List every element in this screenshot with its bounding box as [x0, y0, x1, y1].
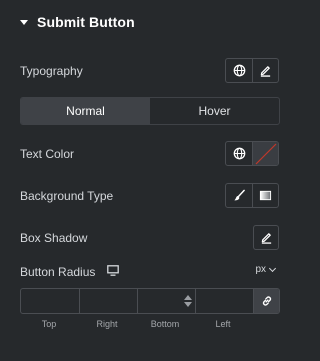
- globe-icon: [233, 147, 245, 160]
- radius-right-cell: [79, 289, 137, 313]
- state-tabs: Normal Hover: [20, 97, 280, 125]
- edit-box-shadow-button[interactable]: [253, 225, 279, 250]
- link-icon: [262, 296, 271, 306]
- unit-value: px: [255, 264, 266, 275]
- spinner-up-icon: [183, 295, 192, 300]
- radius-left-input[interactable]: [196, 289, 253, 313]
- radius-right-label: Right: [96, 319, 118, 329]
- globe-icon: [233, 64, 245, 77]
- section-title: Submit Button: [37, 14, 135, 30]
- radius-left-label: Left: [215, 319, 231, 329]
- typography-label: Typography: [20, 63, 83, 78]
- caret-down-icon: [20, 19, 28, 25]
- tab-hover[interactable]: Hover: [150, 98, 279, 124]
- responsive-desktop-icon[interactable]: [107, 263, 120, 281]
- button-radius-label: Button Radius: [20, 265, 96, 279]
- box-shadow-row: Box Shadow: [20, 225, 279, 250]
- background-type-row: Background Type: [20, 183, 279, 208]
- radius-top-label: Top: [41, 319, 57, 329]
- gradient-background-button[interactable]: [252, 184, 278, 207]
- color-picker-button[interactable]: [252, 142, 278, 165]
- text-color-controls: [225, 141, 279, 166]
- number-spinner[interactable]: [183, 293, 192, 309]
- radius-top-input[interactable]: [21, 289, 79, 313]
- chevron-down-icon: [268, 264, 277, 272]
- typography-controls: [225, 58, 279, 83]
- edit-typography-button[interactable]: [252, 59, 278, 82]
- section-header[interactable]: Submit Button: [20, 14, 135, 30]
- radius-bottom-label: Bottom: [150, 319, 180, 329]
- global-typography-button[interactable]: [226, 59, 252, 82]
- text-color-row: Text Color: [20, 141, 279, 166]
- text-color-label: Text Color: [20, 146, 75, 161]
- background-type-label: Background Type: [20, 188, 114, 203]
- spinner-down-icon: [183, 302, 192, 307]
- typography-row: Typography: [20, 58, 279, 83]
- box-shadow-label: Box Shadow: [20, 230, 88, 245]
- radius-right-input[interactable]: [80, 289, 137, 313]
- radius-field-labels: Top Right Bottom Left: [20, 319, 280, 331]
- background-type-controls: [225, 183, 279, 208]
- unit-select[interactable]: px: [255, 264, 277, 275]
- pencil-icon: [261, 233, 271, 244]
- brush-icon: [233, 189, 245, 201]
- tab-normal[interactable]: Normal: [21, 98, 150, 124]
- no-color-icon: [255, 143, 276, 164]
- radius-dimensions: [20, 288, 280, 314]
- classic-background-button[interactable]: [226, 184, 252, 207]
- pencil-icon: [260, 66, 271, 77]
- button-radius-header: Button Radius px: [20, 264, 279, 280]
- global-color-button[interactable]: [226, 142, 252, 165]
- link-values-button[interactable]: [253, 289, 279, 313]
- radius-left-cell: [195, 289, 253, 313]
- radius-bottom-cell: [137, 289, 195, 313]
- radius-top-cell: [21, 289, 79, 313]
- gradient-icon: [259, 190, 272, 201]
